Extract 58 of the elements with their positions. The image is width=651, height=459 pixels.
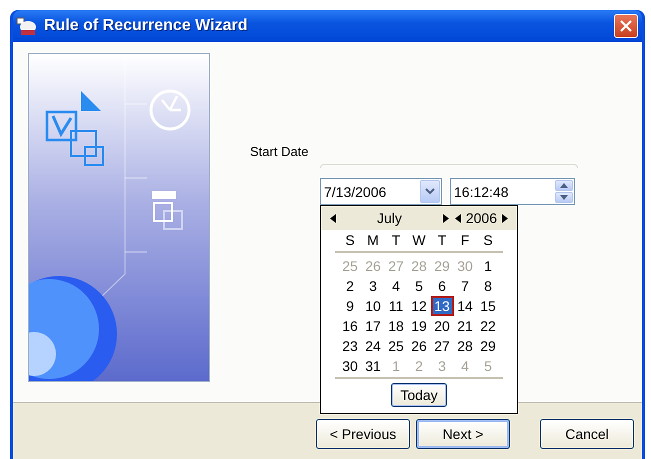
close-button[interactable] (614, 14, 638, 38)
calendar-day[interactable]: 27 (430, 336, 454, 356)
calendar-day[interactable]: 13 (430, 296, 454, 316)
previous-button[interactable]: < Previous (316, 419, 410, 449)
weekday-label: S (482, 231, 494, 250)
calendar-day[interactable]: 6 (430, 276, 454, 296)
calendar-day[interactable]: 11 (384, 296, 408, 316)
calendar-day[interactable]: 23 (338, 336, 362, 356)
calendar-day[interactable]: 2 (338, 276, 362, 296)
start-date-label: Start Date (250, 144, 310, 161)
calendar-day[interactable]: 8 (476, 276, 500, 296)
calendar-day[interactable]: 26 (408, 336, 430, 356)
calendar-day[interactable]: 14 (454, 296, 476, 316)
calendar-day[interactable]: 28 (454, 336, 476, 356)
date-picker-field[interactable]: 7/13/2006 (320, 178, 442, 205)
today-button[interactable]: Today (391, 383, 447, 407)
triangle-right-icon (502, 214, 508, 222)
cancel-button[interactable]: Cancel (540, 419, 634, 449)
calendar-day[interactable]: 5 (408, 276, 430, 296)
weekday-label: W (411, 231, 427, 250)
close-icon (620, 20, 632, 32)
triangle-left-icon (454, 214, 461, 222)
spin-down-button[interactable] (555, 192, 573, 203)
calendar-day[interactable]: 25 (384, 336, 408, 356)
calendar-day[interactable]: 18 (384, 316, 408, 336)
calendar-day[interactable]: 30 (338, 356, 362, 376)
calendar-day[interactable]: 4 (384, 276, 408, 296)
calendar-day[interactable]: 31 (362, 356, 384, 376)
calendar-day[interactable]: 29 (476, 336, 500, 356)
app-icon (16, 16, 38, 36)
time-field[interactable]: 16:12:48 (450, 178, 575, 205)
calendar-day[interactable]: 3 (362, 276, 384, 296)
calendar-day[interactable]: 22 (476, 316, 500, 336)
calendar-day[interactable]: 16 (338, 316, 362, 336)
calendar-day[interactable]: 15 (476, 296, 500, 316)
calendar-day[interactable]: 17 (362, 316, 384, 336)
calendar-day[interactable]: 19 (408, 316, 430, 336)
window-title: Rule of Recurrence Wizard (44, 17, 248, 35)
calendar-day[interactable]: 12 (408, 296, 430, 316)
year-label[interactable]: 2006 (464, 210, 499, 226)
month-label[interactable]: July (339, 210, 440, 226)
weekday-label: T (390, 231, 402, 250)
calendar-day[interactable]: 20 (430, 316, 454, 336)
dropdown-button[interactable] (420, 180, 440, 203)
triangle-left-icon (330, 214, 336, 222)
next-button[interactable]: Next > (416, 419, 510, 449)
calendar-day[interactable]: 7 (454, 276, 476, 296)
calendar-day[interactable]: 1 (476, 256, 500, 276)
weekday-label: M (366, 231, 380, 250)
weekday-label: F (460, 231, 470, 250)
weekday-label: S (344, 231, 356, 250)
triangle-right-icon (442, 214, 449, 222)
calendar-day[interactable]: 10 (362, 296, 384, 316)
spin-up-button[interactable] (555, 180, 573, 191)
calendar-day[interactable]: 21 (454, 316, 476, 336)
calendar-day[interactable]: 9 (338, 296, 362, 316)
calendar-day[interactable]: 24 (362, 336, 384, 356)
weekday-label: T (436, 231, 448, 250)
